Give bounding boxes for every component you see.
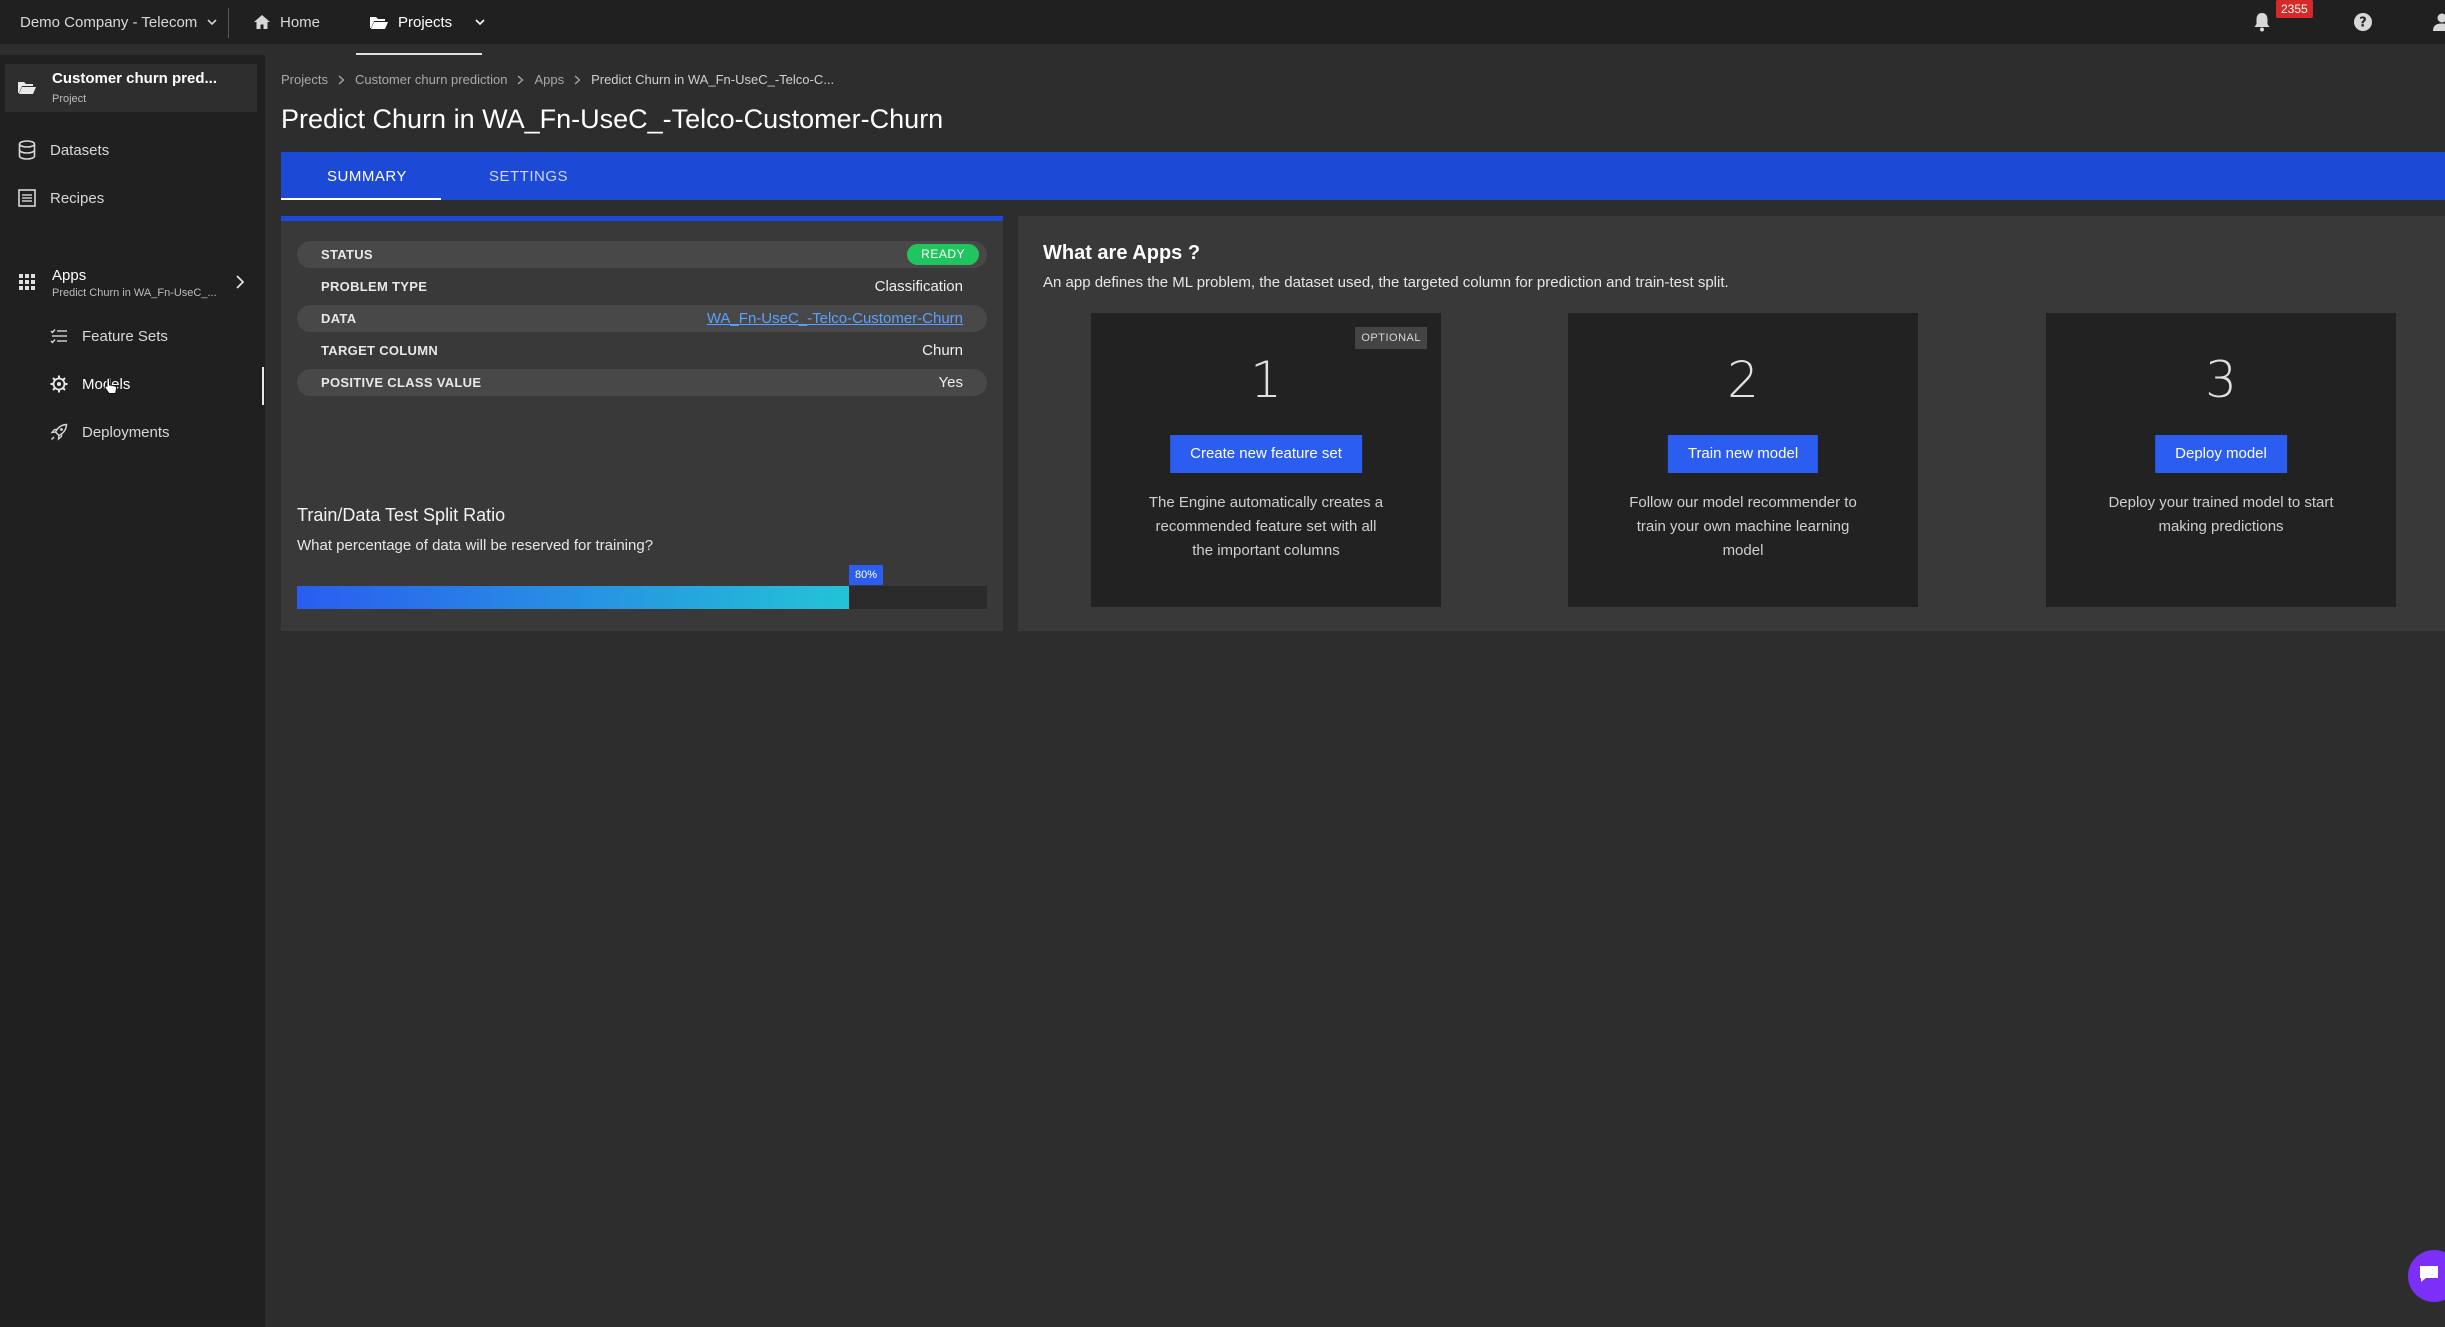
- company-selector[interactable]: Demo Company - Telecom: [20, 0, 217, 44]
- breadcrumb-project[interactable]: Customer churn prediction: [355, 72, 507, 87]
- breadcrumb-apps[interactable]: Apps: [534, 72, 564, 87]
- nav-home[interactable]: Home: [253, 0, 320, 44]
- divider: [228, 8, 229, 38]
- help-icon[interactable]: ?: [2353, 12, 2373, 32]
- chat-bubble-icon: [2418, 1263, 2440, 1285]
- nav-home-label: Home: [280, 13, 321, 31]
- top-bar: Demo Company - Telecom Home Projects 235…: [0, 0, 2445, 44]
- target-column-label: TARGET COLUMN: [321, 343, 439, 358]
- nav-projects-label: Projects: [398, 13, 453, 31]
- mouse-pointer-icon: [104, 377, 118, 395]
- app-summary-panel: STATUS READY PROBLEM TYPE Classification…: [281, 216, 1003, 631]
- sidebar-item-feature-sets[interactable]: Feature Sets: [50, 322, 168, 350]
- rocket-icon: [50, 423, 68, 441]
- train-new-model-button[interactable]: Train new model: [1667, 435, 1819, 473]
- tab-settings[interactable]: SETTINGS: [489, 152, 568, 200]
- active-tab-underline: [281, 198, 441, 200]
- sidebar-apps-subtitle: Predict Churn in WA_Fn-UseC_...: [52, 287, 217, 299]
- step-card-deploy-model: 3 Deploy model Deploy your trained model…: [2046, 313, 2396, 607]
- target-column-value: Churn: [922, 342, 963, 359]
- active-item-indicator: [262, 367, 264, 405]
- recipe-list-icon: [18, 189, 36, 207]
- target-column-row: TARGET COLUMN Churn: [297, 337, 987, 364]
- apps-info-title: What are Apps ?: [1043, 242, 1201, 264]
- breadcrumb-current: Predict Churn in WA_Fn-UseC_-Telco-C...: [591, 72, 835, 87]
- sidebar-project[interactable]: Customer churn pred... Project: [5, 64, 257, 112]
- user-icon[interactable]: [2432, 12, 2445, 32]
- positive-class-row: POSITIVE CLASS VALUE Yes: [297, 369, 987, 396]
- sidebar-item-label: Recipes: [50, 189, 105, 207]
- problem-type-value: Classification: [874, 278, 963, 295]
- notification-count-badge[interactable]: 2355: [2276, 0, 2313, 18]
- split-question: What percentage of data will be reserved…: [297, 537, 654, 554]
- sidebar-item-label: Feature Sets: [82, 327, 168, 345]
- positive-class-value: Yes: [938, 374, 963, 391]
- step-number: 3: [2205, 351, 2237, 409]
- home-icon: [253, 14, 271, 30]
- split-ratio-slider[interactable]: [297, 586, 987, 609]
- chevron-right-icon: [517, 75, 524, 85]
- sidebar-item-datasets[interactable]: Datasets: [18, 136, 109, 164]
- tab-summary[interactable]: SUMMARY: [327, 152, 407, 200]
- sidebar-item-deployments[interactable]: Deployments: [50, 418, 170, 446]
- grid-icon: [18, 273, 36, 291]
- sidebar-item-models[interactable]: Models: [50, 370, 130, 398]
- sidebar: Customer churn pred... Project Datasets …: [0, 55, 265, 1327]
- folder-open-icon: [17, 79, 37, 95]
- positive-class-label: POSITIVE CLASS VALUE: [321, 375, 482, 390]
- chevron-down-icon[interactable]: [475, 17, 485, 27]
- svg-text:?: ?: [2359, 16, 2367, 31]
- slider-value-label[interactable]: 80%: [849, 565, 884, 585]
- nav-projects[interactable]: Projects: [369, 0, 485, 44]
- project-title: Customer churn pred...: [52, 70, 218, 87]
- problem-type-label: PROBLEM TYPE: [321, 279, 428, 294]
- step-card-feature-set: OPTIONAL 1 Create new feature set The En…: [1091, 313, 1441, 607]
- data-row: DATA WA_Fn-UseC_-Telco-Customer-Churn: [297, 305, 987, 332]
- step-card-train-model: 2 Train new model Follow our model recom…: [1568, 313, 1918, 607]
- database-icon: [18, 140, 36, 160]
- problem-type-row: PROBLEM TYPE Classification: [297, 273, 987, 300]
- sidebar-item-recipes[interactable]: Recipes: [18, 184, 104, 212]
- split-title: Train/Data Test Split Ratio: [297, 505, 506, 525]
- apps-info-description: An app defines the ML problem, the datas…: [1043, 274, 1729, 291]
- step-number: 2: [1727, 351, 1759, 409]
- sidebar-item-label: Deployments: [82, 423, 170, 441]
- apps-info-panel: What are Apps ? An app defines the ML pr…: [1018, 216, 2445, 631]
- status-row: STATUS READY: [297, 241, 987, 268]
- breadcrumb-projects[interactable]: Projects: [281, 72, 328, 87]
- notifications-bell-icon[interactable]: [2253, 12, 2271, 32]
- step-description: Deploy your trained model to start makin…: [2108, 494, 2334, 535]
- folder-open-icon: [369, 14, 389, 30]
- chevron-down-icon: [207, 17, 217, 27]
- sidebar-item-apps[interactable]: Apps: [52, 267, 86, 284]
- status-label: STATUS: [321, 247, 373, 262]
- optional-badge: OPTIONAL: [1355, 327, 1427, 349]
- chat-widget-button[interactable]: [2408, 1250, 2445, 1302]
- gear-icon: [50, 375, 68, 393]
- project-subtitle: Project: [52, 93, 87, 105]
- step-description: The Engine automatically creates a recom…: [1148, 494, 1384, 559]
- company-name: Demo Company - Telecom: [20, 13, 198, 31]
- step-number: 1: [1250, 351, 1282, 409]
- tab-bar: SUMMARY SETTINGS: [281, 152, 2445, 200]
- dataset-link[interactable]: WA_Fn-UseC_-Telco-Customer-Churn: [707, 305, 963, 332]
- chevron-right-icon[interactable]: [235, 275, 245, 289]
- status-badge: READY: [907, 244, 979, 265]
- active-nav-underline: [356, 53, 482, 55]
- sidebar-item-label: Datasets: [50, 141, 110, 159]
- step-description: Follow our model recommender to train yo…: [1629, 494, 1857, 559]
- slider-fill: [297, 586, 849, 609]
- deploy-model-button[interactable]: Deploy model: [2155, 435, 2287, 473]
- chevron-right-icon: [338, 75, 345, 85]
- chevron-right-icon: [574, 75, 581, 85]
- data-label: DATA: [321, 311, 357, 326]
- page-title: Predict Churn in WA_Fn-UseC_-Telco-Custo…: [281, 104, 944, 134]
- feature-list-icon: [50, 328, 68, 344]
- create-feature-set-button[interactable]: Create new feature set: [1170, 435, 1362, 473]
- breadcrumb: Projects Customer churn prediction Apps …: [281, 72, 834, 87]
